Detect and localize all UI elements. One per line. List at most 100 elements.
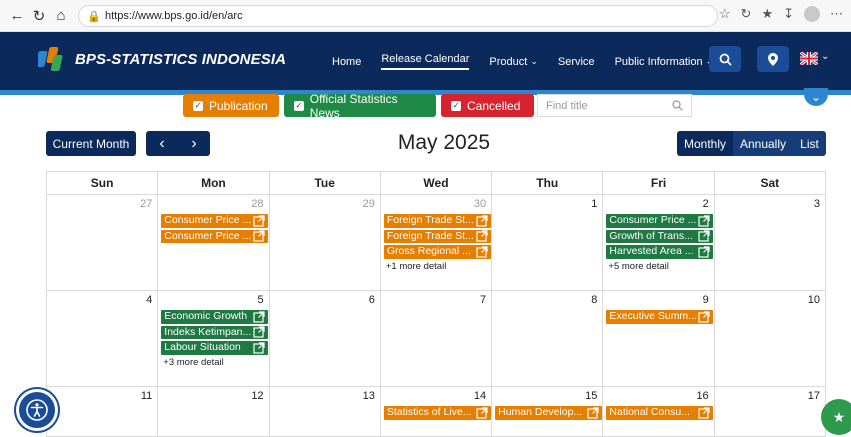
event-title: Gross Regional ... (386, 245, 471, 257)
month-title: May 2025 (397, 131, 491, 154)
calendar-day[interactable]: 6 (269, 291, 381, 387)
calendar-event[interactable]: National Consu... (606, 406, 714, 420)
calendar-event[interactable]: Consumer Price ... (161, 229, 269, 243)
checkbox-checked-icon: ✓ (193, 100, 203, 111)
event-title: Statistics of Live... (386, 406, 472, 418)
calendar-week: 4 5 Economic Growth Indeks Ketimpan... Labou… (46, 291, 826, 387)
calendar-event[interactable]: Foreign Trade St... (383, 214, 491, 228)
find-title-input[interactable]: Find title (537, 94, 692, 117)
weekday-header: Sun Mon Tue Wed Thu Fri Sat (46, 171, 826, 195)
day-number: 7 (480, 294, 487, 306)
more-detail-link[interactable]: +1 more detail (386, 261, 489, 273)
external-link-icon (253, 311, 265, 323)
filter-publication[interactable]: ✓ Publication (183, 94, 279, 117)
calendar-event[interactable]: Gross Regional ... (383, 245, 491, 259)
calendar-day[interactable]: 2 Consumer Price ... Growth of Trans... Har… (603, 195, 715, 291)
calendar-event[interactable]: Consumer Price ... (606, 214, 714, 228)
calendar-event[interactable]: Executive Summ... (606, 310, 714, 324)
filter-cancelled-label: Cancelled (467, 98, 521, 113)
bps-logo-icon[interactable] (38, 45, 68, 73)
day-number: 15 (585, 390, 598, 402)
more-detail-link[interactable]: +5 more detail (608, 261, 711, 273)
calendar-day[interactable]: 27 (47, 195, 159, 291)
nav-product[interactable]: Product ⌄ (489, 53, 537, 70)
calendar-day[interactable]: 14 Statistics of Live... (380, 387, 493, 437)
external-link-icon (698, 215, 711, 227)
calendar-event[interactable]: Foreign Trade St... (383, 229, 491, 243)
external-link-icon (476, 407, 488, 419)
language-chevron-icon[interactable]: ⌄ (821, 51, 829, 62)
calendar-event[interactable]: Indeks Ketimpan... (161, 325, 269, 339)
view-annually[interactable]: Annually (733, 131, 793, 156)
day-number: 2 (702, 198, 709, 210)
prev-month-button[interactable]: ‹ (146, 135, 178, 153)
calendar-day[interactable]: 12 (158, 387, 270, 437)
calendar-day[interactable]: 16 National Consu... (603, 387, 715, 437)
favorite-star-icon[interactable]: ☆ (719, 6, 731, 22)
refresh-icon[interactable]: ↻ (28, 5, 50, 27)
event-title: Foreign Trade St... (386, 229, 474, 242)
calendar-event[interactable]: Consumer Price ... (161, 214, 269, 228)
calendar-event[interactable]: Growth of Trans... (606, 229, 714, 243)
nav-service[interactable]: Service (558, 53, 595, 70)
next-month-button[interactable]: › (178, 135, 210, 153)
address-bar[interactable]: 🔒 https://www.bps.go.id/en/arc (78, 5, 718, 27)
nav-home[interactable]: Home (332, 53, 361, 70)
accessibility-button[interactable] (16, 389, 58, 431)
calendar-day[interactable]: 15 Human Develop... (492, 387, 604, 437)
day-number: 27 (140, 198, 153, 210)
search-icon (719, 53, 732, 66)
chevron-down-icon[interactable]: ⌄ (804, 88, 828, 106)
day-number: 17 (807, 390, 820, 402)
day-number: 12 (251, 390, 264, 402)
calendar-day[interactable]: 28 Consumer Price ... Consumer Price ... (158, 195, 270, 291)
calendar-event[interactable]: Human Develop... (495, 406, 603, 420)
brand-name[interactable]: BPS-STATISTICS INDONESIA (75, 51, 286, 68)
day-number: 11 (140, 390, 153, 402)
search-button[interactable] (709, 46, 741, 72)
calendar-event[interactable]: Harvested Area ... (606, 245, 714, 259)
download-icon[interactable]: ↧ (783, 6, 794, 22)
calendar-day[interactable]: 3 (714, 195, 826, 291)
calendar-day[interactable]: 5 Economic Growth Indeks Ketimpan... Labour… (158, 291, 270, 387)
view-list[interactable]: List (793, 131, 826, 156)
calendar-day[interactable]: 10 (714, 291, 826, 387)
calendar-event[interactable]: Labour Situation (161, 341, 269, 355)
external-link-icon (698, 311, 711, 323)
filter-bar: ✓ Publication ✓ Official Statistics News… (183, 92, 534, 120)
calendar-day[interactable]: 1 (492, 195, 604, 291)
calendar-day[interactable]: 13 (269, 387, 381, 437)
more-detail-link[interactable]: +3 more detail (163, 357, 266, 369)
map-pin-icon (768, 52, 778, 66)
calendar-day[interactable]: 9 Executive Summ... (603, 291, 715, 387)
filter-official-news[interactable]: ✓ Official Statistics News (284, 92, 436, 120)
calendar-day[interactable]: 29 (269, 195, 381, 291)
view-switcher: Monthly Annually List (677, 131, 826, 156)
view-monthly[interactable]: Monthly (677, 131, 733, 156)
calendar-day[interactable]: 7 (380, 291, 493, 387)
home-icon[interactable]: ⌂ (50, 5, 72, 27)
calendar-event[interactable]: Economic Growth (161, 310, 269, 324)
calendar-day[interactable]: 4 (47, 291, 159, 387)
nav-public-information[interactable]: Public Information⌄ (615, 53, 714, 70)
current-month-button[interactable]: Current Month (46, 131, 136, 156)
weekday-label: Tue (269, 172, 381, 195)
nav-release-calendar[interactable]: Release Calendar (381, 53, 470, 70)
external-link-icon (253, 326, 265, 338)
calendar-day[interactable]: 17 (714, 387, 826, 437)
location-button[interactable] (757, 46, 789, 72)
calendar-event[interactable]: Statistics of Live... (383, 406, 491, 420)
uk-flag-icon[interactable] (800, 52, 818, 65)
back-icon[interactable]: ← (6, 5, 28, 27)
day-number: 6 (368, 294, 375, 306)
favorites-icon[interactable]: ★ (761, 6, 773, 22)
calendar-day[interactable]: 8 (492, 291, 604, 387)
external-link-icon (253, 215, 265, 227)
calendar-day[interactable]: 30 Foreign Trade St... Foreign Trade St...… (380, 195, 493, 291)
rating-star-button[interactable]: ★ (821, 399, 851, 435)
more-menu-icon[interactable]: ⋯ (830, 6, 843, 22)
refresh-page-icon[interactable]: ↻ (741, 6, 752, 22)
filter-cancelled[interactable]: ✓ Cancelled (441, 94, 534, 117)
profile-avatar[interactable] (804, 6, 820, 22)
calendar-day[interactable]: 11 (47, 387, 159, 437)
